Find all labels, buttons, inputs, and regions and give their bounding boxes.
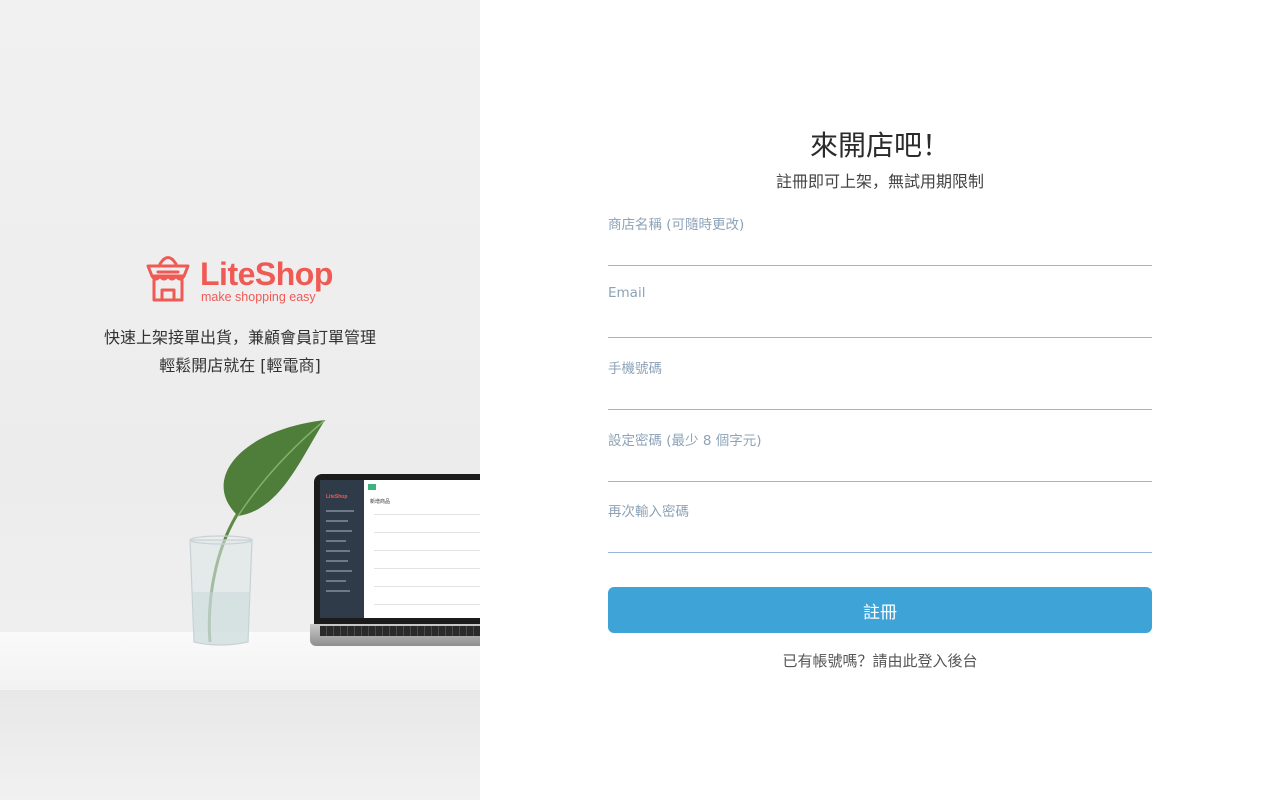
page-title: 來開店吧！ xyxy=(809,129,950,162)
intro-line-2: 輕鬆開店就在 [輕電商] xyxy=(159,356,321,375)
intro-line-1: 快速上架接單出貨，兼顧會員訂單管理 xyxy=(103,328,376,347)
password-input[interactable] xyxy=(608,451,1152,482)
desk-shadow xyxy=(0,691,480,800)
brand-panel: LiteShop make shopping easy 快速上架接單出貨，兼顧會… xyxy=(0,0,480,800)
confirm-password-input[interactable] xyxy=(608,522,1152,553)
email-input[interactable] xyxy=(608,307,1152,338)
phone-input[interactable] xyxy=(608,379,1152,410)
phone-label: 手機號碼 xyxy=(608,361,662,377)
password-field: 設定密碼 (最少 8 個字元) xyxy=(608,429,1152,482)
email-field: Email xyxy=(608,285,1152,338)
signup-panel: 來開店吧！ 註冊即可上架，無試用期限制 商店名稱 (可隨時更改) Email 手… xyxy=(480,0,1280,800)
laptop-illustration: LiteShop 新增商品 xyxy=(310,474,480,649)
store-name-label: 商店名稱 (可隨時更改) xyxy=(608,217,745,233)
register-button[interactable]: 註冊 xyxy=(608,587,1152,633)
confirm-password-label: 再次輸入密碼 xyxy=(608,504,689,520)
brand-tagline: make shopping easy xyxy=(201,290,316,304)
page-subtitle: 註冊即可上架，無試用期限制 xyxy=(775,172,984,191)
login-link[interactable]: 已有帳號嗎？請由此登入後台 xyxy=(480,650,1280,671)
hero-illustration: LiteShop 新增商品 xyxy=(0,410,480,800)
phone-field: 手機號碼 xyxy=(608,357,1152,410)
brand-name: LiteShop xyxy=(200,256,333,292)
laptop-screen-title: 新增商品 xyxy=(370,499,391,505)
store-name-input[interactable] xyxy=(608,235,1152,266)
brand-logo: LiteShop make shopping easy xyxy=(144,252,344,308)
shop-basket-icon xyxy=(146,256,190,302)
intro-text: 快速上架接單出貨，兼顧會員訂單管理 輕鬆開店就在 [輕電商] xyxy=(0,324,480,380)
laptop-screen-logo: LiteShop xyxy=(326,494,348,500)
password-label: 設定密碼 (最少 8 個字元) xyxy=(608,433,762,449)
confirm-password-field: 再次輸入密碼 xyxy=(608,500,1152,553)
email-label: Email xyxy=(608,285,646,301)
store-name-field: 商店名稱 (可隨時更改) xyxy=(608,213,1152,266)
